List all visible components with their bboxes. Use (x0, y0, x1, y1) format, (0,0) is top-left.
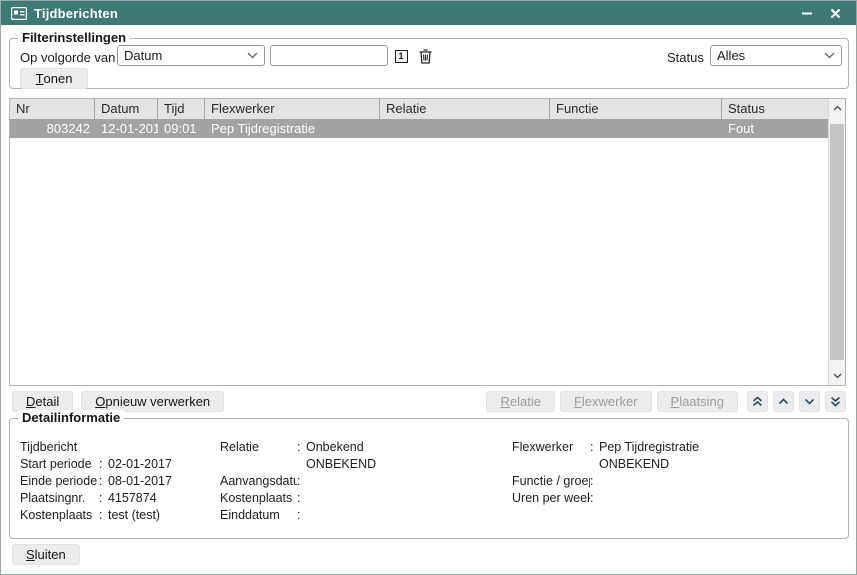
double-chevron-down-icon (830, 396, 841, 407)
last-record-button[interactable] (825, 391, 846, 412)
table-body: 803242 12-01-2017 09:01 Pep Tijdregistra… (10, 119, 828, 385)
detail-value (599, 473, 842, 490)
chevron-down-icon (247, 52, 258, 59)
status-value: Alles (717, 46, 824, 65)
window-title: Tijdberichten (34, 6, 118, 21)
vertical-scrollbar[interactable] (828, 99, 845, 385)
detail-label (220, 456, 297, 473)
filter-settings-legend: Filterinstellingen (18, 30, 130, 46)
detail-label: Plaatsingnr. (20, 490, 99, 507)
detail-label: Tijdbericht (20, 439, 99, 456)
detail-value (306, 507, 505, 524)
tijdberichten-window: Tijdberichten Filterinstellingen Op volg… (0, 0, 857, 575)
chevron-down-icon (824, 52, 835, 59)
detail-value (599, 490, 842, 507)
detail-label: Start periode (20, 456, 99, 473)
column-header-status[interactable]: Status (722, 99, 845, 119)
scroll-up-button[interactable] (829, 99, 845, 117)
actions-row: Detail Opnieuw verwerken Relatie Flexwer… (9, 391, 846, 413)
column-header-flexwerker[interactable]: Flexwerker (205, 99, 380, 119)
scroll-down-icon (833, 373, 842, 379)
cell-nr: 803242 (10, 119, 95, 138)
detail-label: Einde periode (20, 473, 99, 490)
cell-datum: 12-01-2017 (95, 119, 158, 138)
detail-information-legend: Detailinformatie (18, 410, 124, 426)
reprocess-button[interactable]: Opnieuw verwerken (81, 391, 224, 412)
detail-value (306, 473, 505, 490)
column-header-nr[interactable]: Nr (10, 99, 95, 119)
detail-information-group: Detailinformatie Tijdbericht Start perio… (9, 418, 849, 539)
calendar-1-icon: 1 (395, 50, 408, 63)
order-by-label: Op volgorde van (20, 47, 115, 68)
close-window-button[interactable]: Sluiten (12, 544, 80, 565)
chevron-up-icon (778, 398, 789, 405)
relatie-button[interactable]: Relatie (486, 391, 554, 412)
details-column-3: Flexwerker : Pep Tijdregistratie ONBEKEN… (512, 439, 842, 524)
trash-icon (419, 49, 432, 64)
titlebar: Tijdberichten (1, 1, 856, 25)
flexwerker-button[interactable]: Flexwerker (560, 391, 652, 412)
detail-label: Functie / groep (512, 473, 590, 490)
detail-label (512, 507, 590, 524)
minimize-button[interactable] (796, 3, 818, 23)
next-record-button[interactable] (799, 391, 820, 412)
cell-tijd: 09:01 (158, 119, 205, 138)
detail-value (108, 439, 218, 456)
detail-label: Uren per week (512, 490, 590, 507)
close-button[interactable] (824, 3, 846, 23)
double-chevron-up-icon (752, 396, 763, 407)
detail-value (599, 507, 842, 524)
chevron-down-icon (804, 398, 815, 405)
status-label: Status (667, 47, 704, 68)
close-icon (830, 8, 841, 19)
previous-record-button[interactable] (773, 391, 794, 412)
detail-value: 02-01-2017 (108, 456, 218, 473)
cell-functie (550, 119, 722, 138)
table-row[interactable]: 803242 12-01-2017 09:01 Pep Tijdregistra… (10, 119, 828, 138)
messages-table: Nr Datum Tijd Flexwerker Relatie Functie… (9, 98, 846, 386)
scroll-down-button[interactable] (829, 367, 845, 385)
filter-settings-group: Filterinstellingen Op volgorde van Datum… (9, 38, 849, 89)
details-column-2: Relatie : Onbekend ONBEKEND Aanvangsdatu… (220, 439, 505, 524)
card-icon (11, 7, 27, 20)
detail-label: Relatie (220, 439, 297, 456)
minimize-icon (801, 7, 813, 19)
clear-date-button[interactable] (415, 46, 435, 66)
column-header-tijd[interactable]: Tijd (158, 99, 205, 119)
show-button[interactable]: Tonen (20, 68, 88, 89)
detail-label: Einddatum (220, 507, 297, 524)
detail-value: Onbekend (306, 439, 505, 456)
first-record-button[interactable] (747, 391, 768, 412)
detail-label: Flexwerker (512, 439, 590, 456)
detail-value: ONBEKEND (599, 456, 842, 473)
detail-value (306, 490, 505, 507)
detail-label: Kostenplaats (220, 490, 297, 507)
plaatsing-button[interactable]: Plaatsing (657, 391, 738, 412)
detail-value: 08-01-2017 (108, 473, 218, 490)
filter-date-input[interactable] (270, 45, 388, 66)
detail-value: Pep Tijdregistratie (599, 439, 842, 456)
detail-label: Aanvangsdatum (220, 473, 297, 490)
detail-label (512, 456, 590, 473)
detail-button[interactable]: Detail (12, 391, 73, 412)
column-header-relatie[interactable]: Relatie (380, 99, 550, 119)
column-header-datum[interactable]: Datum (95, 99, 158, 119)
scrollbar-thumb[interactable] (830, 124, 844, 360)
calendar-button[interactable]: 1 (391, 46, 411, 66)
details-column-1: Tijdbericht Start periode : 02-01-2017 E… (20, 439, 218, 524)
detail-value: test (test) (108, 507, 218, 524)
order-by-select[interactable]: Datum (117, 45, 265, 66)
column-header-functie[interactable]: Functie (550, 99, 722, 119)
detail-value: ONBEKEND (306, 456, 505, 473)
cell-flexwerker: Pep Tijdregistratie (205, 119, 380, 138)
cell-relatie (380, 119, 550, 138)
detail-label: Kostenplaats (20, 507, 99, 524)
table-header: Nr Datum Tijd Flexwerker Relatie Functie… (10, 99, 845, 119)
cell-status: Fout (722, 119, 828, 138)
scroll-up-icon (833, 105, 842, 111)
status-select[interactable]: Alles (710, 45, 842, 66)
detail-value: 4157874 (108, 490, 218, 507)
order-by-value: Datum (124, 46, 247, 65)
